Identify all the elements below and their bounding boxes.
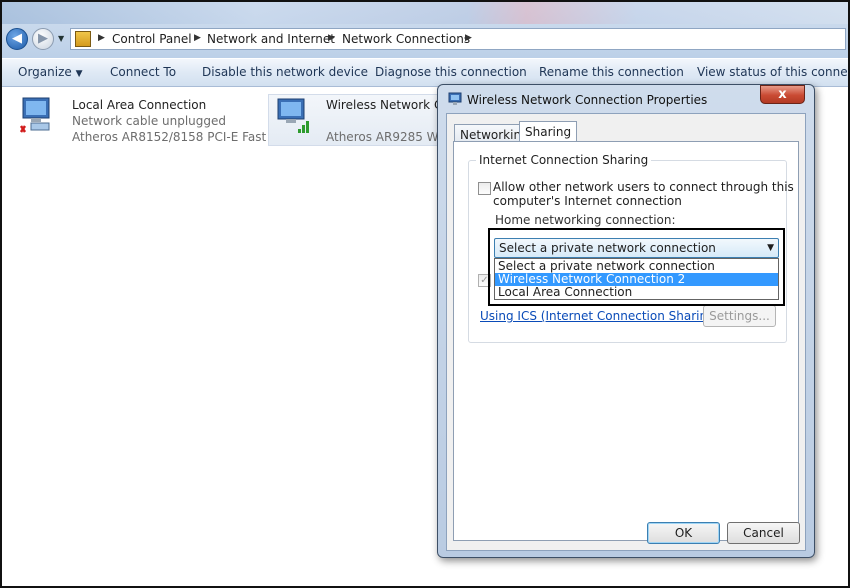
properties-dialog: Wireless Network Connection Properties x… [437,84,815,558]
network-adapter-icon [19,97,50,133]
home-networking-label: Home networking connection: [495,213,676,227]
chevron-right-icon[interactable]: ▶ [98,33,105,43]
back-button[interactable]: ◀ [6,28,28,50]
close-button[interactable]: x [760,85,805,104]
wireless-adapter-icon [277,98,309,133]
connection-adapter: Atheros AR8152/8158 PCI-E Fast E... [72,130,290,144]
organize-menu[interactable]: Organize ▼ [18,65,83,79]
close-icon: x [778,87,787,102]
ok-button[interactable]: OK [647,522,720,544]
cancel-button[interactable]: Cancel [727,522,800,544]
chevron-down-icon: ▼ [75,69,83,79]
organize-label: Organize [18,65,72,79]
view-status-button[interactable]: View status of this connection [697,65,848,79]
dropdown-option[interactable]: Local Area Connection [495,286,778,299]
sharing-panel: Internet Connection Sharing Allow other … [453,141,799,541]
back-arrow-icon: ◀ [12,31,22,46]
dialog-title: Wireless Network Connection Properties [467,93,708,107]
dropdown-list: Select a private network connection Wire… [494,258,779,300]
history-dropdown-icon[interactable]: ▼ [58,34,64,43]
breadcrumb-network-and-internet[interactable]: Network and Internet [207,32,335,46]
address-bar[interactable]: ▶ Control Panel ▶ Network and Internet ▶… [70,28,846,50]
connect-to-button[interactable]: Connect To [110,65,176,79]
chevron-right-icon[interactable]: ▶ [328,33,335,43]
forward-arrow-icon: ▶ [38,31,48,46]
chevron-down-icon: ▼ [767,243,774,253]
group-label: Internet Connection Sharing [476,153,652,167]
title-bar: ◀ ▶ ▼ ▶ Control Panel ▶ Network and Inte… [2,2,848,58]
dropdown-value: Select a private network connection [499,241,716,255]
control-panel-icon [75,31,91,47]
disable-device-button[interactable]: Disable this network device [202,65,368,79]
connection-status: Network cable unplugged [72,114,227,128]
forward-button[interactable]: ▶ [32,28,54,50]
breadcrumb-network-connections[interactable]: Network Connections [342,32,470,46]
allow-sharing-checkbox[interactable] [478,182,491,195]
chevron-right-icon[interactable]: ▶ [465,33,472,43]
window-caption [2,2,848,24]
allow-sharing-label: Allow other network users to connect thr… [493,180,794,194]
ics-help-link[interactable]: Using ICS (Internet Connection Sharing) [480,309,719,323]
connection-name: Local Area Connection [72,98,207,112]
chevron-right-icon[interactable]: ▶ [194,33,201,43]
breadcrumb-control-panel[interactable]: Control Panel [112,32,192,46]
settings-button[interactable]: Settings... [703,305,776,327]
allow-sharing-label-2: computer's Internet connection [493,194,682,208]
home-networking-dropdown[interactable]: Select a private network connection ▼ [494,238,779,258]
diagnose-button[interactable]: Diagnose this connection [375,65,527,79]
dialog-body: Networking Sharing Internet Connection S… [446,113,806,551]
network-adapter-icon [448,92,462,105]
rename-button[interactable]: Rename this connection [539,65,684,79]
command-bar: Organize ▼ Connect To Disable this netwo… [2,59,848,87]
